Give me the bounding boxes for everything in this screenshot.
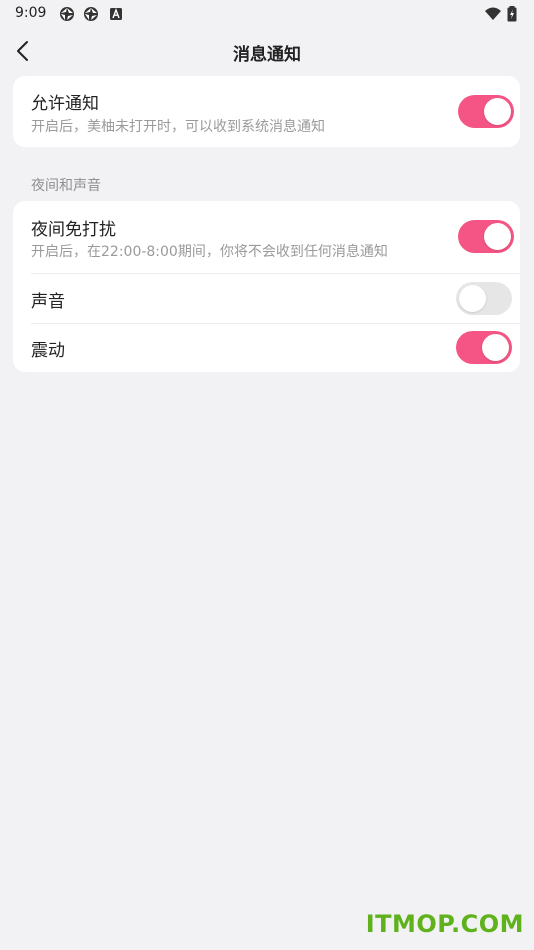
battery-charging-icon	[507, 6, 517, 22]
allow-notifications-title: 允许通知	[31, 94, 99, 114]
page-title: 消息通知	[233, 45, 301, 65]
vibration-row: 震动	[13, 324, 520, 372]
nav-bar: 消息通知	[0, 30, 534, 72]
section-header-night-sound: 夜间和声音	[31, 178, 101, 194]
do-not-disturb-title: 夜间免打扰	[31, 220, 116, 240]
allow-notifications-row: 允许通知 开启后，美柚未打开时，可以收到系统消息通知	[13, 76, 520, 147]
toggle-knob	[482, 334, 509, 361]
toggle-knob	[484, 98, 511, 125]
keyboard-a-icon	[110, 8, 122, 20]
toggle-knob	[484, 223, 511, 250]
aperture-icon	[84, 7, 98, 21]
allow-notifications-description: 开启后，美柚未打开时，可以收到系统消息通知	[31, 119, 325, 135]
do-not-disturb-toggle[interactable]	[458, 220, 514, 253]
wifi-icon	[485, 7, 501, 20]
allow-notifications-toggle[interactable]	[458, 95, 514, 128]
status-bar: 9:09	[0, 0, 534, 28]
sound-title: 声音	[31, 292, 65, 312]
vibration-title: 震动	[31, 341, 65, 361]
night-sound-card: 夜间免打扰 开启后，在22:00-8:00期间，你将不会收到任何消息通知 声音 …	[13, 201, 520, 372]
do-not-disturb-description: 开启后，在22:00-8:00期间，你将不会收到任何消息通知	[31, 244, 388, 260]
do-not-disturb-row: 夜间免打扰 开启后，在22:00-8:00期间，你将不会收到任何消息通知	[13, 201, 520, 273]
sound-row: 声音	[13, 274, 520, 323]
status-time: 9:09	[15, 5, 47, 21]
toggle-knob	[459, 285, 486, 312]
vibration-toggle[interactable]	[456, 331, 512, 364]
watermark: ITMOP.COM	[365, 910, 524, 938]
allow-notifications-card: 允许通知 开启后，美柚未打开时，可以收到系统消息通知	[13, 76, 520, 147]
sound-toggle[interactable]	[456, 282, 512, 315]
aperture-icon	[60, 7, 74, 21]
